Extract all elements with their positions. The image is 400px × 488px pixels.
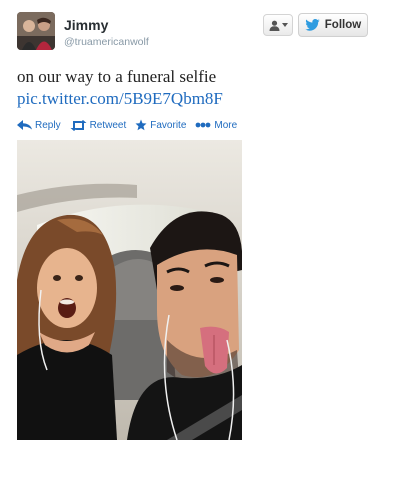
user-avatar[interactable] [17,12,55,50]
dots-icon [195,122,211,128]
tweet-card: Jimmy @truamericanwolf Follow on our way… [0,0,400,488]
more-label: More [214,119,238,131]
reply-action[interactable]: Reply [17,120,61,131]
person-dropdown-icon [269,20,279,31]
chevron-down-icon [281,23,288,27]
reply-arrow-icon [17,120,32,130]
tweet-text: on our way to a funeral selfie [17,67,217,86]
more-action[interactable]: More [195,120,237,131]
display-name[interactable]: Jimmy [64,17,108,33]
follow-button[interactable]: Follow [298,13,368,37]
follow-label: Follow [324,19,362,31]
favorite-action[interactable]: Favorite [135,119,186,131]
tweet-actions: Reply Retweet Favorite More [17,119,246,131]
retweet-action[interactable]: Retweet [70,119,127,131]
star-icon [135,119,147,131]
retweet-label: Retweet [89,119,127,131]
tweet-photo[interactable] [17,140,242,440]
reply-label: Reply [35,119,61,131]
selfie-photo-image [17,140,242,440]
twitter-bird-icon [305,19,320,31]
user-actions-dropdown-button[interactable] [263,14,293,36]
screen-name[interactable]: @truamericanwolf [64,36,149,48]
favorite-label: Favorite [150,119,187,131]
tweet-media-link[interactable]: pic.twitter.com/5B9E7Qbm8F [17,88,387,110]
retweet-icon [70,119,87,131]
tweet-body: on our way to a funeral selfie pic.twitt… [17,66,387,110]
user-avatar-icon [17,12,55,50]
